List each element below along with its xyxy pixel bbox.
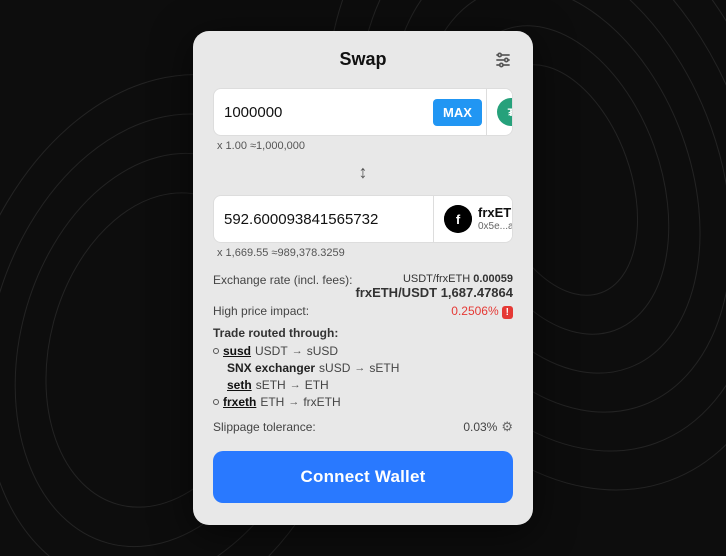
to-amount-input[interactable] [214, 211, 433, 228]
route-step3-to: ETH [305, 378, 329, 392]
route-step3-from: sETH [256, 378, 286, 392]
price-impact-row: High price impact: 0.2506%! [213, 304, 513, 318]
frxeth-icon: f [444, 205, 472, 233]
to-token-info: frxETH 0x5e...aa1f [478, 205, 513, 233]
exchange-rate-label: Exchange rate (incl. fees): [213, 273, 352, 287]
to-token-name: frxETH [478, 205, 513, 221]
route-step4-to: frxETH [303, 395, 340, 409]
route-arrow-4: → [288, 396, 299, 408]
route-protocol-snx: SNX exchanger [227, 361, 315, 375]
to-token-badge[interactable]: f frxETH 0x5e...aa1f [433, 196, 513, 242]
slippage-value-container: 0.03% ⚙ [463, 419, 513, 435]
from-input-row: MAX ₮ USDT 0xda...1ec7 [213, 88, 513, 136]
exchange-rate-row: Exchange rate (incl. fees): USDT/frxETH … [213, 273, 513, 300]
route-step2-from: sUSD [319, 361, 350, 375]
slippage-label: Slippage tolerance: [213, 420, 316, 434]
route-arrow-3: → [290, 379, 301, 391]
usdt-frxeth-rate: USDT/frxETH 0.00059 [403, 273, 513, 285]
price-impact-badge: ! [502, 306, 513, 319]
route-step2-to: sETH [369, 361, 399, 375]
info-section: Exchange rate (incl. fees): USDT/frxETH … [213, 273, 513, 435]
route-step4-from: ETH [260, 395, 284, 409]
slippage-value: 0.03% [463, 420, 497, 434]
to-input-row: f frxETH 0x5e...aa1f [213, 195, 513, 243]
exchange-rate-values: USDT/frxETH 0.00059 frxETH/USDT 1,687.47… [355, 273, 513, 300]
price-impact-value: 0.2506%! [451, 304, 513, 318]
usdt-icon: ₮ [497, 98, 513, 126]
route-step-3: seth sETH → ETH [227, 378, 513, 392]
max-button[interactable]: MAX [433, 99, 482, 126]
settings-button[interactable] [493, 50, 513, 70]
swap-arrows-icon: ↕ [359, 162, 368, 183]
svg-text:₮: ₮ [508, 107, 513, 119]
route-link-susd[interactable]: susd [223, 344, 251, 358]
slippage-settings-icon[interactable]: ⚙ [501, 419, 513, 435]
from-amount-input[interactable] [214, 104, 433, 121]
to-sub-label: x 1,669.55 ≈989,378.3259 [217, 247, 513, 259]
price-impact-label: High price impact: [213, 304, 309, 318]
route-link-frxeth[interactable]: frxeth [223, 395, 256, 409]
route-step-2: SNX exchanger sUSD → sETH [227, 361, 513, 375]
settings-icon [493, 50, 513, 70]
route-step1-to: sUSD [307, 344, 338, 358]
to-token-address: 0x5e...aa1f [478, 221, 513, 233]
slippage-row: Slippage tolerance: 0.03% ⚙ [213, 419, 513, 435]
page-title: Swap [339, 49, 386, 70]
swap-card: Swap MAX ₮ USDT 0xda...1ec7 x 1.00 [193, 31, 533, 525]
route-dot-4 [213, 399, 219, 405]
route-link-seth[interactable]: seth [227, 378, 252, 392]
route-arrow-1: → [292, 345, 303, 357]
route-step1-from: USDT [255, 344, 288, 358]
route-arrow-2: → [354, 362, 365, 374]
frxeth-usdt-rate: frxETH/USDT 1,687.47864 [355, 285, 513, 300]
swap-direction-button[interactable]: ↕ [213, 162, 513, 183]
svg-text:f: f [456, 212, 461, 227]
from-sub-label: x 1.00 ≈1,000,000 [217, 140, 513, 152]
route-dot-1 [213, 348, 219, 354]
route-step-1: susd USDT → sUSD [213, 344, 513, 358]
trade-route-label: Trade routed through: [213, 326, 513, 340]
connect-wallet-button[interactable]: Connect Wallet [213, 451, 513, 503]
route-step-4: frxeth ETH → frxETH [213, 395, 513, 409]
card-header: Swap [213, 49, 513, 70]
from-token-badge[interactable]: ₮ USDT 0xda...1ec7 [486, 89, 513, 135]
